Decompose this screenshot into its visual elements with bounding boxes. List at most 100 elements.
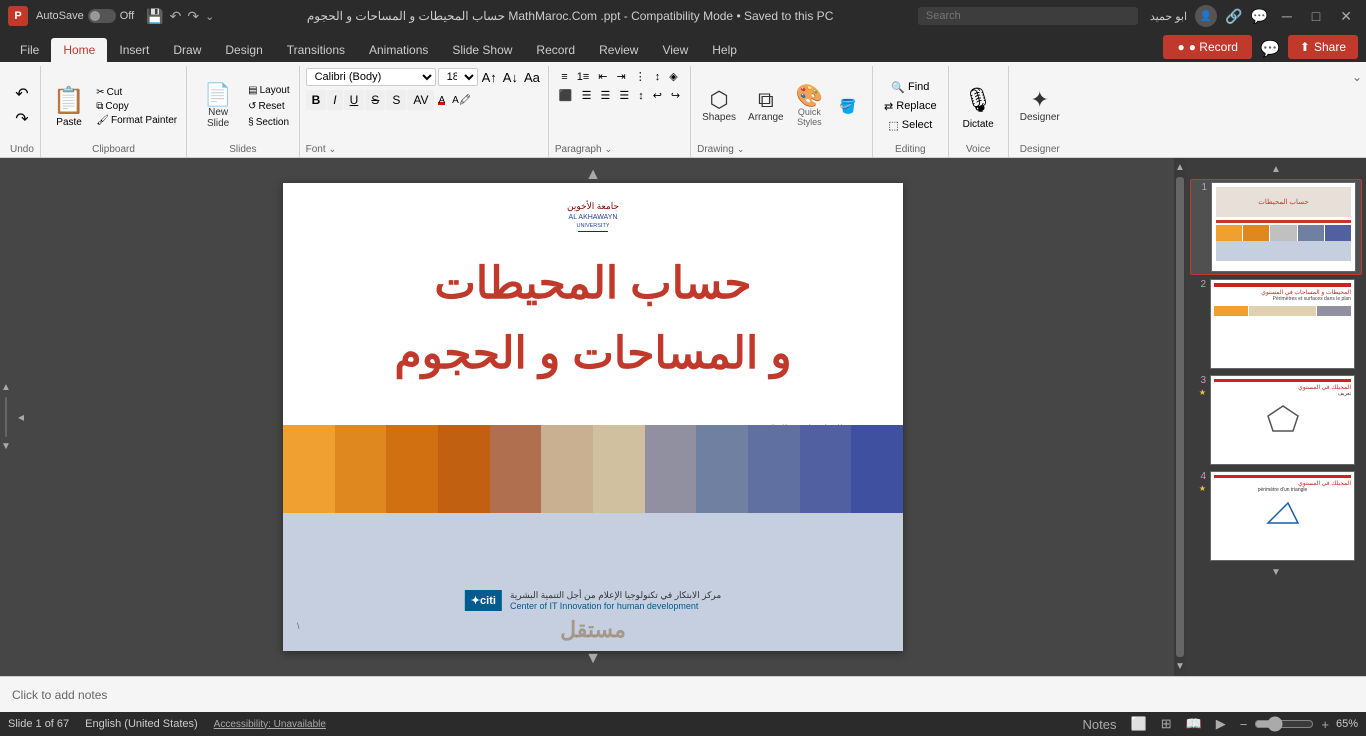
cut-button[interactable]: ✂ Cut xyxy=(93,86,180,99)
underline-button[interactable]: U xyxy=(344,90,365,110)
tab-slideshow[interactable]: Slide Show xyxy=(440,38,524,62)
comment-button[interactable]: 💬 xyxy=(1260,39,1280,59)
col-button[interactable]: ⋮ xyxy=(631,68,650,85)
undo-title-icon[interactable]: ↶ xyxy=(170,8,182,25)
undo-button[interactable]: ↶ xyxy=(11,82,32,106)
ltr-button[interactable]: ↪ xyxy=(667,87,684,104)
tab-record[interactable]: Record xyxy=(524,38,587,62)
slide-nav-left[interactable]: ◂ xyxy=(18,410,24,424)
thumb-3-image[interactable]: المحيلك في المستوي تعريف P=AB+BC+CD+DE+E… xyxy=(1210,375,1355,465)
record-button[interactable]: ● ● Record xyxy=(1163,35,1252,59)
italic-button[interactable]: I xyxy=(327,90,342,110)
line-spacing-button[interactable]: ↕ xyxy=(634,88,648,104)
arrange-button[interactable]: ⧉ Arrange xyxy=(743,86,789,126)
autosave-toggle[interactable] xyxy=(88,9,116,23)
layout-button[interactable]: ▤ Layout xyxy=(245,84,292,97)
scroll-up-arrow[interactable]: ▲ xyxy=(1173,160,1187,175)
shadow-button[interactable]: S xyxy=(386,90,406,110)
reading-view-button[interactable]: 📖 xyxy=(1183,716,1205,732)
quick-styles-button[interactable]: 🎨 QuickStyles xyxy=(791,82,828,131)
redo-title-icon[interactable]: ↷ xyxy=(187,8,199,25)
dictate-button[interactable]: 🎙 Dictate xyxy=(955,80,1002,133)
align-center-button[interactable]: ☰ xyxy=(578,87,596,104)
bullets-button[interactable]: ≡ xyxy=(557,69,571,85)
tab-review[interactable]: Review xyxy=(587,38,650,62)
drawing-expand-icon[interactable]: ⌄ xyxy=(737,144,745,155)
slide-sorter-button[interactable]: ⊞ xyxy=(1158,716,1175,732)
find-button[interactable]: 🔍 Find xyxy=(886,79,934,96)
slide-nav-up[interactable]: ▲ xyxy=(585,166,601,184)
numbering-button[interactable]: 1≡ xyxy=(573,69,594,85)
slide-canvas[interactable]: جامعة الأخوين AL AKHAWAYN UNIVERSITY حسا… xyxy=(283,183,903,651)
normal-view-button[interactable]: ⬜ xyxy=(1128,716,1150,732)
strikethrough-button[interactable]: S xyxy=(365,90,385,110)
zoom-out-button[interactable]: − xyxy=(1237,717,1251,732)
zoom-in-button[interactable]: + xyxy=(1318,717,1332,732)
close-button[interactable]: ✕ xyxy=(1334,8,1358,25)
minimize-button[interactable]: ─ xyxy=(1276,8,1298,24)
tab-transitions[interactable]: Transitions xyxy=(275,38,357,62)
copy-button[interactable]: ⧉ Copy xyxy=(93,100,180,113)
font-expand-icon[interactable]: ⌄ xyxy=(329,144,337,155)
panel-down-arrow[interactable]: ▼ xyxy=(1,441,11,452)
share-icon[interactable]: 🔗 xyxy=(1225,8,1242,25)
left-scroll-thumb[interactable] xyxy=(5,397,7,437)
share-button[interactable]: ⬆ Share xyxy=(1288,35,1358,59)
char-spacing-button[interactable]: AV xyxy=(407,90,434,110)
justify-button[interactable]: ☰ xyxy=(615,87,633,104)
thumb-2-image[interactable]: المحيطات و المساحات في المستوي Périmètre… xyxy=(1210,279,1355,369)
section-button[interactable]: § Section xyxy=(245,116,292,129)
decrease-indent-button[interactable]: ⇤ xyxy=(594,68,611,85)
thumbs-scroll-up[interactable]: ▲ xyxy=(1190,162,1362,177)
slide-nav-down[interactable]: ▼ xyxy=(585,650,601,668)
thumb-4-image[interactable]: المحيلك في المستوي périmètre d'un triang… xyxy=(1210,471,1355,561)
bold-button[interactable]: B xyxy=(306,90,327,110)
smartart-button[interactable]: ◈ xyxy=(665,68,681,85)
canvas-area[interactable]: ▲ ◂ جامعة الأخوين AL AKHAWAYN UNIVERSITY… xyxy=(12,158,1174,676)
redo-button[interactable]: ↷ xyxy=(11,107,32,131)
search-input[interactable] xyxy=(918,7,1138,25)
customize-title-icon[interactable]: ⌄ xyxy=(205,10,214,23)
ribbon-expand-button[interactable]: ⌄ xyxy=(1352,66,1362,157)
format-painter-button[interactable]: 🖌 Format Painter xyxy=(93,114,180,127)
designer-button[interactable]: ✦ Designer xyxy=(1015,86,1065,126)
notes-area[interactable]: Click to add notes xyxy=(0,676,1366,712)
maximize-button[interactable]: □ xyxy=(1306,8,1326,24)
increase-font-button[interactable]: A↑ xyxy=(480,69,499,86)
paste-button[interactable]: 📋 Paste xyxy=(47,82,91,131)
tab-insert[interactable]: Insert xyxy=(107,38,161,62)
highlight-color-button[interactable]: A🖍 xyxy=(449,93,474,108)
shapes-button[interactable]: ⬡ Shapes xyxy=(697,86,741,126)
thumbnail-3[interactable]: 3 ★ المحيلك في المستوي تعريف P=AB+BC+CD+… xyxy=(1190,373,1362,467)
new-slide-button[interactable]: 📄 NewSlide xyxy=(193,81,243,132)
scroll-down-arrow[interactable]: ▼ xyxy=(1173,659,1187,674)
align-right-button[interactable]: ☰ xyxy=(596,87,614,104)
text-dir-button[interactable]: ↕ xyxy=(651,69,665,85)
thumbnail-2[interactable]: 2 المحيطات و المساحات في المستوي Périmèt… xyxy=(1190,277,1362,371)
tab-animations[interactable]: Animations xyxy=(357,38,440,62)
shape-fill-button[interactable]: 🪣 xyxy=(830,95,866,118)
presentation-view-button[interactable]: ▶ xyxy=(1213,716,1229,732)
font-size-select[interactable]: 18 xyxy=(438,68,478,86)
vertical-scrollbar[interactable]: ▲ ▼ xyxy=(1174,158,1186,676)
para-expand-icon[interactable]: ⌄ xyxy=(605,144,613,155)
scroll-thumb[interactable] xyxy=(1176,177,1184,657)
reset-button[interactable]: ↺ Reset xyxy=(245,100,292,113)
tab-file[interactable]: File xyxy=(8,38,51,62)
font-name-select[interactable]: Calibri (Body) xyxy=(306,68,436,86)
clear-format-button[interactable]: Aa xyxy=(522,69,542,86)
tab-draw[interactable]: Draw xyxy=(161,38,213,62)
notes-button[interactable]: Notes xyxy=(1080,717,1120,732)
avatar[interactable]: 👤 xyxy=(1195,5,1217,27)
panel-up-arrow[interactable]: ▲ xyxy=(1,382,11,393)
rtl-button[interactable]: ↩ xyxy=(649,87,666,104)
decrease-font-button[interactable]: A↓ xyxy=(501,69,520,86)
increase-indent-button[interactable]: ⇥ xyxy=(612,68,629,85)
accessibility-status[interactable]: Accessibility: Unavailable xyxy=(214,719,326,730)
thumbnail-4[interactable]: 4 ★ المحيلك في المستوي périmètre d'un tr… xyxy=(1190,469,1362,563)
replace-button[interactable]: ⇄ Replace xyxy=(879,98,942,115)
tab-home[interactable]: Home xyxy=(51,38,107,62)
tab-design[interactable]: Design xyxy=(213,38,274,62)
thumb-1-image[interactable]: حساب المحيطات xyxy=(1211,182,1356,272)
thumbnail-1[interactable]: 1 حساب المحيطات xyxy=(1190,179,1362,275)
